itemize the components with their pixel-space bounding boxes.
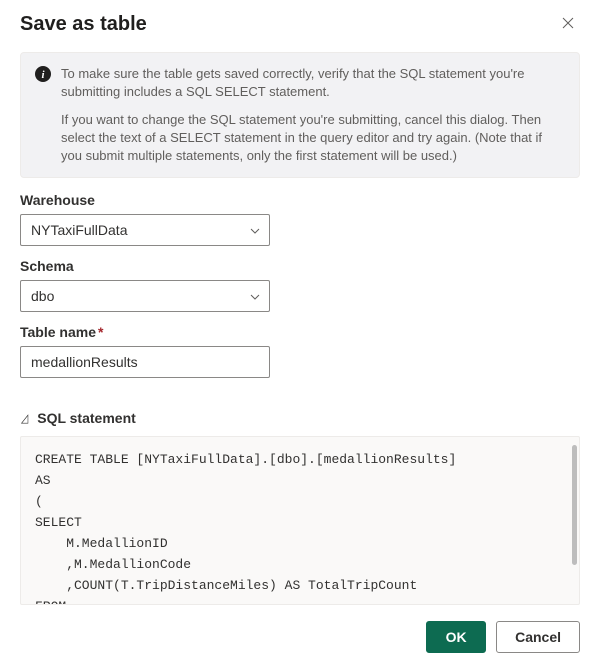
sql-code-text: CREATE TABLE [NYTaxiFullData].[dbo].[med… [35, 452, 456, 605]
info-icon: i [35, 66, 51, 82]
scrollbar-thumb[interactable] [572, 445, 577, 565]
table-name-input[interactable] [20, 346, 270, 378]
table-name-label-text: Table name [20, 324, 96, 340]
warehouse-field: Warehouse NYTaxiFullData [20, 192, 580, 246]
info-banner: i To make sure the table gets saved corr… [20, 52, 580, 178]
schema-field: Schema dbo [20, 258, 580, 312]
disclosure-triangle-icon: ◿ [21, 411, 28, 425]
table-name-field: Table name* [20, 324, 580, 378]
dialog-footer: OK Cancel [20, 621, 580, 653]
warehouse-select[interactable]: NYTaxiFullData [20, 214, 270, 246]
warehouse-label: Warehouse [20, 192, 580, 208]
ok-button[interactable]: OK [426, 621, 486, 653]
cancel-button[interactable]: Cancel [496, 621, 580, 653]
table-name-label: Table name* [20, 324, 580, 340]
dialog-header: Save as table [20, 12, 580, 36]
info-text: To make sure the table gets saved correc… [61, 65, 565, 165]
sql-section-header[interactable]: ◿ SQL statement [20, 410, 580, 426]
schema-label: Schema [20, 258, 580, 274]
close-icon [562, 17, 574, 32]
schema-select[interactable]: dbo [20, 280, 270, 312]
sql-section-title: SQL statement [37, 410, 136, 426]
info-text-para2: If you want to change the SQL statement … [61, 111, 565, 165]
close-button[interactable] [556, 12, 580, 36]
info-text-para1: To make sure the table gets saved correc… [61, 65, 565, 101]
required-indicator: * [98, 324, 103, 340]
dialog-title: Save as table [20, 13, 147, 36]
sql-statement-preview: CREATE TABLE [NYTaxiFullData].[dbo].[med… [20, 436, 580, 605]
